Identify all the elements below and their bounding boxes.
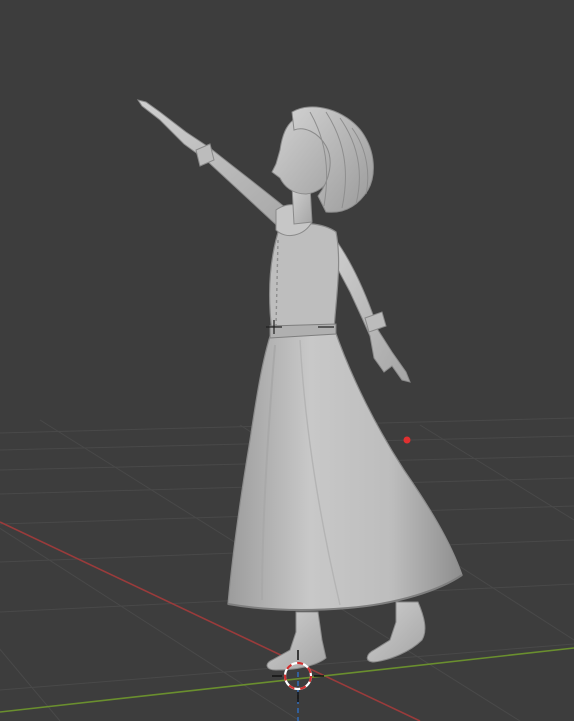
front-foot[interactable] bbox=[266, 611, 327, 671]
3d-viewport[interactable] bbox=[0, 0, 574, 721]
dress-bodice[interactable] bbox=[269, 222, 340, 333]
light-point-icon[interactable] bbox=[403, 436, 411, 444]
character-model[interactable] bbox=[136, 99, 463, 671]
raised-arm[interactable] bbox=[136, 99, 299, 233]
back-foot[interactable] bbox=[366, 601, 426, 663]
viewport-canvas[interactable] bbox=[0, 0, 574, 721]
